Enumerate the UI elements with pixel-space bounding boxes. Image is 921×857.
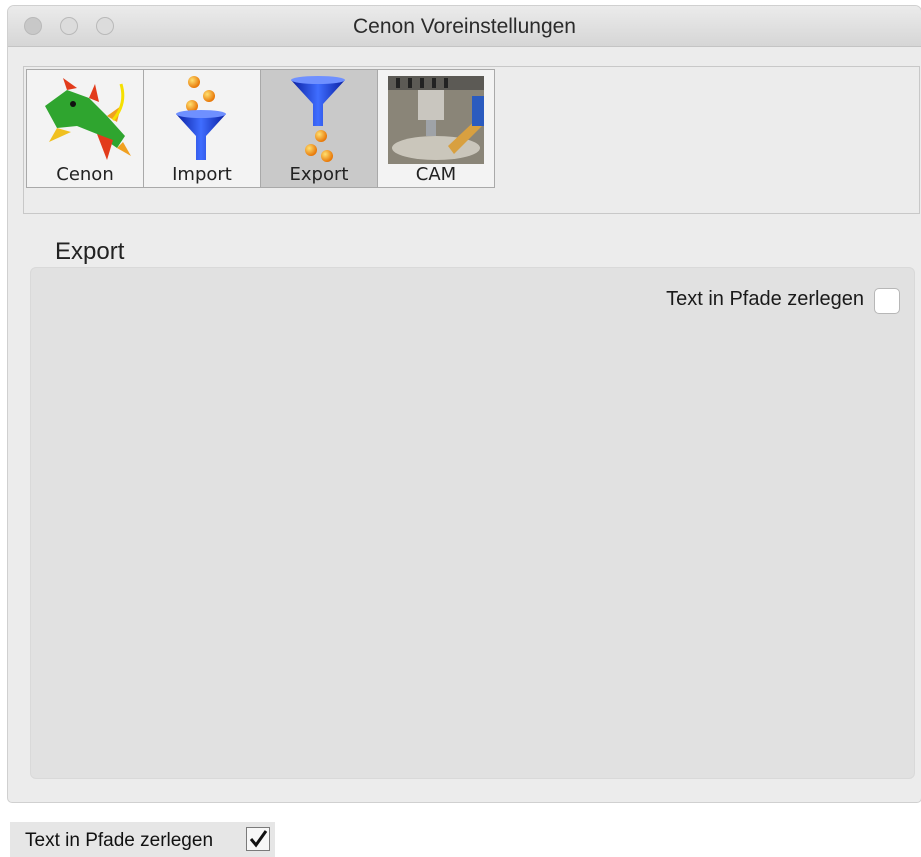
dragon-icon [45,78,131,160]
text-to-paths-checkbox[interactable] [874,288,900,314]
title-bar[interactable]: Cenon Voreinstellungen [8,6,921,47]
tab-import[interactable]: Import [144,70,261,187]
export-options-panel: Text in Pfade zerlegen [30,267,915,779]
cam-machine-icon [388,76,484,164]
checkmark-icon [249,830,268,848]
text-to-paths-snippet: Text in Pfade zerlegen [10,822,275,857]
section-title: Export [55,238,125,265]
export-funnel-icon [291,76,345,162]
import-funnel-icon [176,76,226,160]
preferences-toolbar: Cenon Import Export CAM [23,66,920,214]
tab-export[interactable]: Export [261,70,378,187]
text-to-paths-label: Text in Pfade zerlegen [666,288,864,310]
tab-cenon-label: Cenon [56,164,114,185]
snippet-label: Text in Pfade zerlegen [25,830,214,851]
tab-import-label: Import [172,164,232,185]
tab-cam-label: CAM [415,164,457,185]
tab-export-label: Export [289,164,349,185]
tab-cenon[interactable]: Cenon [27,70,144,187]
preference-tabs: Cenon Import Export CAM [26,69,495,188]
snippet-checkbox[interactable] [246,827,270,851]
preferences-window: Cenon Voreinstellungen Cenon Import Expo… [8,6,921,802]
tab-cam[interactable]: CAM [378,70,495,187]
window-title: Cenon Voreinstellungen [352,15,576,38]
